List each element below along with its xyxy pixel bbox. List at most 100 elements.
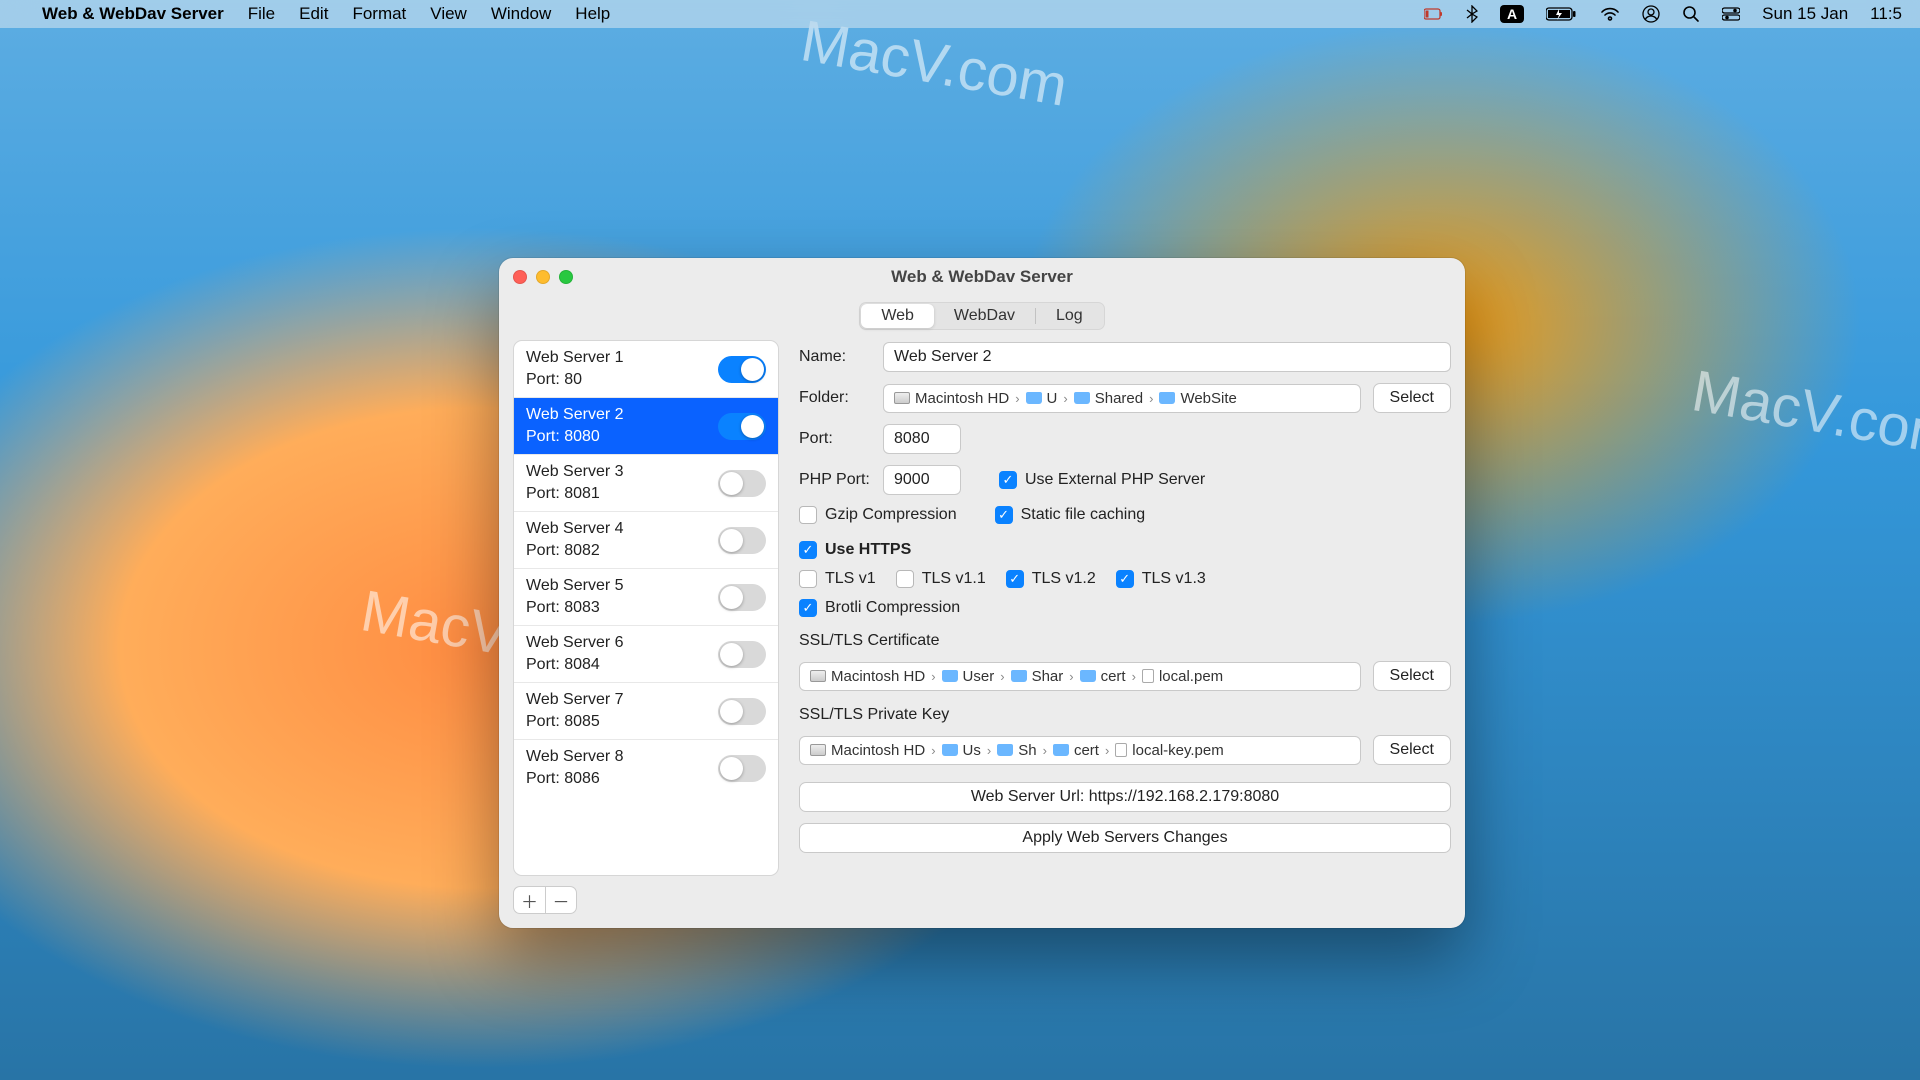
- server-list-item[interactable]: Web Server 7 Port: 8085: [514, 683, 778, 740]
- folder-icon: [1080, 670, 1096, 682]
- port-label: Port:: [799, 430, 871, 448]
- server-port: Port: 8085: [526, 713, 624, 731]
- menu-view[interactable]: View: [430, 4, 467, 24]
- path-segment: WebSite: [1159, 390, 1236, 407]
- path-segment: Macintosh HD: [810, 668, 925, 685]
- folder-label: Folder:: [799, 389, 871, 407]
- server-toggle[interactable]: [718, 698, 766, 725]
- input-source-indicator[interactable]: A: [1500, 5, 1524, 23]
- chevron-right-icon: ›: [1105, 743, 1109, 758]
- brotli-checkbox[interactable]: ✓Brotli Compression: [799, 599, 960, 617]
- server-toggle[interactable]: [718, 413, 766, 440]
- menu-file[interactable]: File: [248, 4, 275, 24]
- name-field[interactable]: [883, 342, 1451, 372]
- server-list-item[interactable]: Web Server 5 Port: 8083: [514, 569, 778, 626]
- tls-v13-checkbox[interactable]: ✓TLS v1.3: [1116, 570, 1206, 588]
- key-path-display: Macintosh HD› Us› Sh› cert› local-key.pe…: [799, 736, 1361, 765]
- name-label: Name:: [799, 348, 871, 366]
- menu-help[interactable]: Help: [575, 4, 610, 24]
- external-php-checkbox[interactable]: ✓Use External PHP Server: [999, 471, 1205, 489]
- server-list-item[interactable]: Web Server 4 Port: 8082: [514, 512, 778, 569]
- wifi-icon[interactable]: [1600, 7, 1620, 21]
- use-https-checkbox[interactable]: ✓Use HTTPS: [799, 541, 911, 559]
- app-menu[interactable]: Web & WebDav Server: [42, 4, 224, 24]
- bluetooth-icon[interactable]: [1466, 5, 1478, 23]
- titlebar[interactable]: Web & WebDav Server: [499, 258, 1465, 296]
- key-select-button[interactable]: Select: [1373, 735, 1451, 765]
- apply-changes-button[interactable]: Apply Web Servers Changes: [799, 823, 1451, 853]
- server-list-item[interactable]: Web Server 8 Port: 8086: [514, 740, 778, 796]
- php-port-label: PHP Port:: [799, 471, 871, 489]
- path-segment: cert: [1053, 742, 1099, 759]
- window-title: Web & WebDav Server: [499, 267, 1465, 287]
- cert-section-label: SSL/TLS Certificate: [799, 632, 1451, 650]
- chevron-right-icon: ›: [931, 669, 935, 684]
- zoom-window-button[interactable]: [559, 270, 573, 284]
- server-list-item[interactable]: Web Server 3 Port: 8081: [514, 455, 778, 512]
- battery-charging-icon[interactable]: [1546, 7, 1578, 21]
- path-segment: cert: [1080, 668, 1126, 685]
- file-icon: [1142, 669, 1154, 683]
- key-section-label: SSL/TLS Private Key: [799, 706, 1451, 724]
- server-name: Web Server 8: [526, 748, 624, 766]
- menubar: Web & WebDav Server File Edit Format Vie…: [0, 0, 1920, 28]
- port-field[interactable]: [883, 424, 961, 454]
- file-icon: [1115, 743, 1127, 757]
- add-server-button[interactable]: ＋: [513, 886, 545, 914]
- tab-log[interactable]: Log: [1036, 304, 1103, 328]
- desktop-background: MacV.com MacV.com MacV.com Web & WebDav …: [0, 0, 1920, 1080]
- folder-icon: [942, 670, 958, 682]
- menu-window[interactable]: Window: [491, 4, 551, 24]
- server-toggle[interactable]: [718, 356, 766, 383]
- folder-icon: [1011, 670, 1027, 682]
- server-list-item[interactable]: Web Server 1 Port: 80: [514, 341, 778, 398]
- tls-v11-checkbox[interactable]: TLS v1.1: [896, 570, 986, 588]
- static-cache-checkbox[interactable]: ✓Static file caching: [995, 506, 1146, 524]
- server-toggle[interactable]: [718, 584, 766, 611]
- server-port: Port: 8084: [526, 656, 624, 674]
- server-port: Port: 8081: [526, 485, 624, 503]
- php-port-field[interactable]: [883, 465, 961, 495]
- tls-v12-checkbox[interactable]: ✓TLS v1.2: [1006, 570, 1096, 588]
- server-toggle[interactable]: [718, 755, 766, 782]
- tab-web[interactable]: Web: [861, 304, 934, 328]
- user-icon[interactable]: [1642, 5, 1660, 23]
- server-port: Port: 8082: [526, 542, 624, 560]
- menubar-date[interactable]: Sun 15 Jan: [1762, 4, 1848, 24]
- server-toggle[interactable]: [718, 641, 766, 668]
- chevron-right-icon: ›: [987, 743, 991, 758]
- menu-format[interactable]: Format: [352, 4, 406, 24]
- app-window: Web & WebDav Server Web WebDav Log Web S…: [499, 258, 1465, 928]
- server-name: Web Server 5: [526, 577, 624, 595]
- chevron-right-icon: ›: [1069, 669, 1073, 684]
- server-list-item[interactable]: Web Server 6 Port: 8084: [514, 626, 778, 683]
- folder-icon: [1159, 392, 1175, 404]
- server-list-item[interactable]: Web Server 2 Port: 8080: [514, 398, 778, 455]
- menu-edit[interactable]: Edit: [299, 4, 328, 24]
- folder-select-button[interactable]: Select: [1373, 383, 1451, 413]
- close-window-button[interactable]: [513, 270, 527, 284]
- tab-webdav[interactable]: WebDav: [934, 304, 1035, 328]
- server-url-display[interactable]: Web Server Url: https://192.168.2.179:80…: [799, 782, 1451, 812]
- spotlight-icon[interactable]: [1682, 5, 1700, 23]
- cert-select-button[interactable]: Select: [1373, 661, 1451, 691]
- control-center-icon[interactable]: [1722, 7, 1740, 21]
- gzip-checkbox[interactable]: Gzip Compression: [799, 506, 957, 524]
- path-segment: local.pem: [1142, 668, 1223, 685]
- remove-server-button[interactable]: －: [545, 886, 577, 914]
- menubar-time[interactable]: 11:5: [1870, 4, 1902, 24]
- tab-segment: Web WebDav Log: [859, 302, 1104, 330]
- hd-icon: [810, 744, 826, 756]
- chevron-right-icon: ›: [1149, 391, 1153, 406]
- folder-icon: [1026, 392, 1042, 404]
- tls-v1-checkbox[interactable]: TLS v1: [799, 570, 876, 588]
- minimize-window-button[interactable]: [536, 270, 550, 284]
- server-list[interactable]: Web Server 1 Port: 80 Web Server 2 Port:…: [513, 340, 779, 876]
- server-toggle[interactable]: [718, 470, 766, 497]
- chevron-right-icon: ›: [1000, 669, 1004, 684]
- folder-icon: [942, 744, 958, 756]
- server-toggle[interactable]: [718, 527, 766, 554]
- path-segment: Sh: [997, 742, 1036, 759]
- server-name: Web Server 6: [526, 634, 624, 652]
- battery-low-icon[interactable]: [1424, 7, 1444, 21]
